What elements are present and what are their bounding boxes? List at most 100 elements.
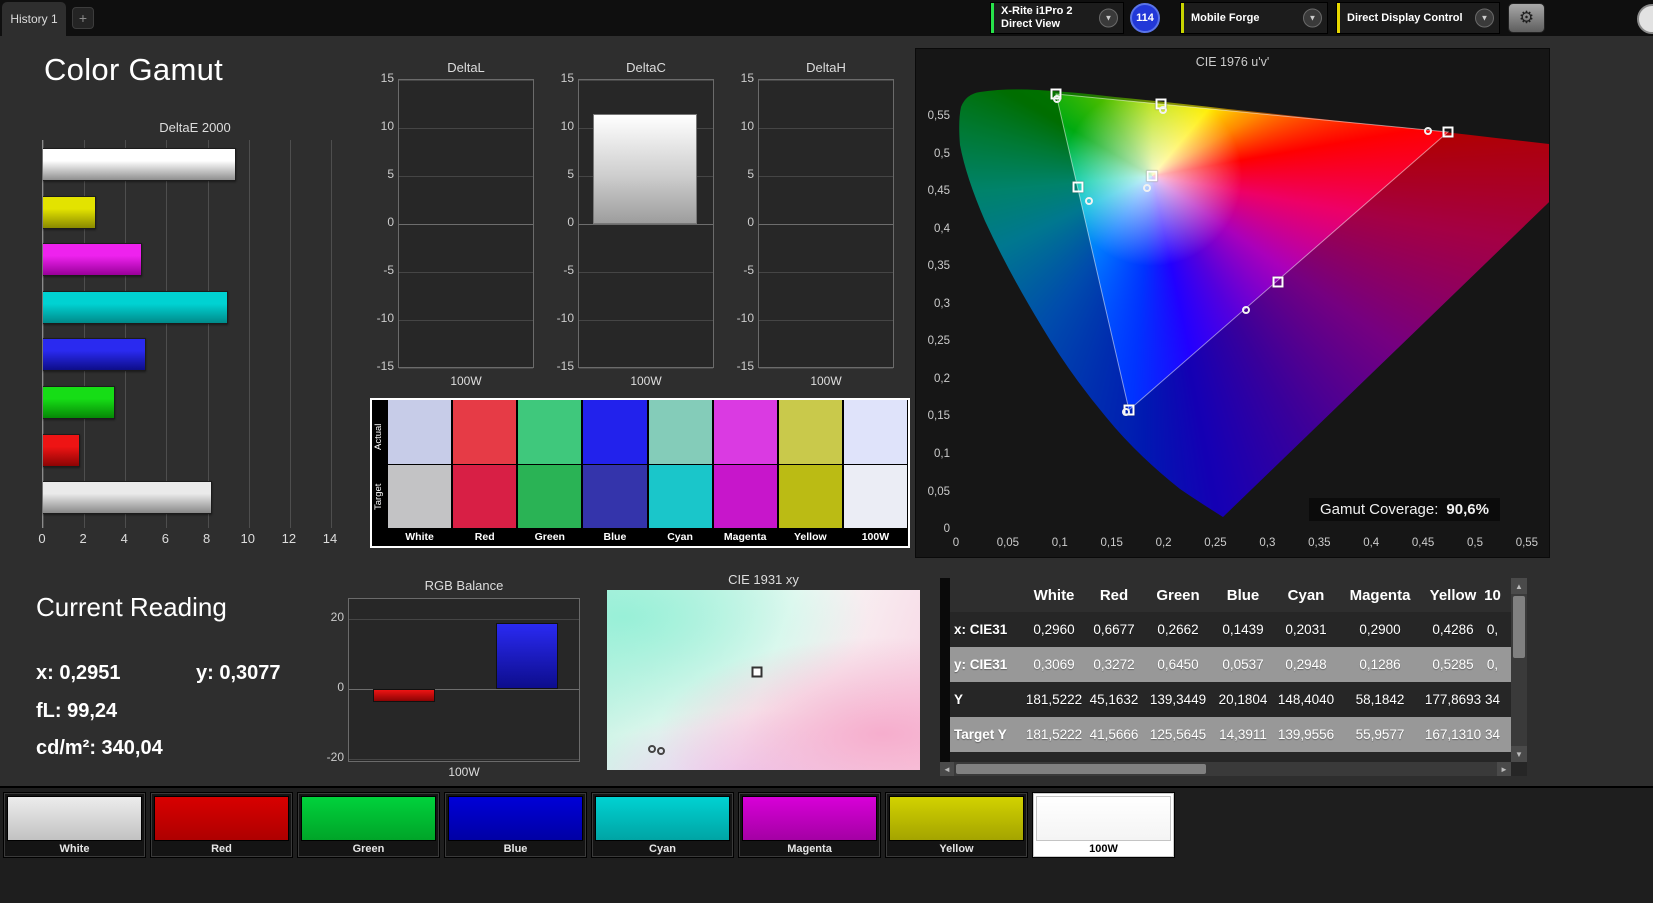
chevron-down-icon[interactable]: ▼	[1475, 8, 1494, 28]
table-corner-cell	[950, 578, 1024, 612]
swatch-column-magenta: Magenta	[713, 400, 777, 546]
axis-tick-label: -20	[326, 750, 344, 764]
settings-button[interactable]: ⚙	[1508, 3, 1545, 33]
scroll-down-arrow[interactable]: ▼	[1511, 746, 1527, 762]
swatch-label: Green	[518, 529, 582, 546]
table-cell: 0,0537	[1222, 657, 1264, 672]
deltac-title: DeltaC	[626, 60, 666, 75]
table-vertical-scrollbar[interactable]: ▲ ▼	[1511, 578, 1527, 762]
source-status-bar	[1181, 3, 1184, 33]
horizontal-scroll-thumb[interactable]	[956, 764, 1206, 774]
gridline	[399, 80, 533, 81]
window-control-button[interactable]	[1637, 4, 1653, 34]
deltah-plot	[758, 79, 894, 369]
table-cell: 0,2662	[1157, 622, 1199, 637]
patch-button-100w[interactable]: 100W	[1032, 792, 1175, 858]
marker-circle	[1424, 127, 1432, 135]
scroll-up-arrow[interactable]: ▲	[1511, 578, 1527, 594]
swatch-target	[778, 464, 842, 528]
gridline	[125, 140, 127, 528]
table-row-label: Y	[954, 692, 964, 707]
axis-tick-label: -15	[556, 359, 574, 373]
patch-button-blue[interactable]: Blue	[444, 792, 587, 858]
patch-button-red[interactable]: Red	[150, 792, 293, 858]
tab-history-1[interactable]: History 1	[2, 2, 66, 36]
app-window: History 1 + X-Rite i1Pro 2 Direct View ▼…	[0, 0, 1653, 903]
table-row[interactable]: Target Y 181,5222 41,5666 125,5645 14,3911 13…	[950, 717, 1527, 752]
swatch-target	[713, 464, 777, 528]
swatch-label: Magenta	[713, 529, 777, 546]
chevron-down-icon[interactable]: ▼	[1099, 8, 1118, 28]
swatch-column-yellow: Yellow	[778, 400, 842, 546]
swatch-column-white: White	[388, 400, 452, 546]
patch-label: Yellow	[939, 843, 974, 855]
patch-button-magenta[interactable]: Magenta	[738, 792, 881, 858]
pattern-source-dropdown[interactable]: Mobile Forge ▼	[1180, 2, 1328, 34]
table-row-label: y: CIE31	[954, 657, 1008, 672]
axis-tick-label: 12	[281, 531, 297, 546]
deltah-x-label: 100W	[810, 374, 842, 388]
gridline	[399, 128, 533, 129]
gridline	[331, 140, 332, 528]
patch-swatch	[889, 796, 1024, 841]
axis-tick-label: -5	[743, 263, 754, 277]
marker-circle	[1159, 106, 1167, 114]
reading-x-value: x: 0,2951	[36, 662, 121, 684]
deltah-chart: DeltaH 15 10 5 0 -5 -10 -15 100W	[737, 60, 894, 392]
patch-button-white[interactable]: White	[3, 792, 146, 858]
cie1976-diagram: 0,55 0,5 0,45 0,4 0,35 0,3 0,25 0,2 0,15 0,1 0,05 0…	[915, 48, 1550, 558]
table-row[interactable]: y: CIE31 0,3069 0,3272 0,6450 0,0537 0,2948 0,…	[950, 647, 1527, 682]
swatch-actual	[388, 400, 452, 464]
table-cell: 177,8693	[1424, 692, 1482, 707]
table-cell: 0,4286	[1432, 622, 1474, 637]
rgb-balance-chart	[348, 598, 580, 762]
meter-status-bar	[991, 3, 994, 33]
chevron-down-icon[interactable]: ▼	[1303, 8, 1322, 28]
table-horizontal-scrollbar[interactable]: ◄ ►	[940, 762, 1511, 776]
vertical-scroll-thumb[interactable]	[1513, 596, 1525, 658]
current-reading-title: Current Reading	[36, 592, 227, 622]
add-tab-button[interactable]: +	[72, 7, 94, 29]
patch-button-yellow[interactable]: Yellow	[885, 792, 1028, 858]
axis-tick-label: 4	[120, 531, 128, 546]
table-row[interactable]: x: CIE31 0,2960 0,6677 0,2662 0,1439 0,2031 0,…	[950, 612, 1527, 647]
swatch-actual	[648, 400, 712, 464]
table-cell: 139,9556	[1277, 727, 1335, 742]
display-control-dropdown[interactable]: Direct Display Control ▼	[1336, 2, 1500, 34]
axis-tick-label: 10	[560, 119, 574, 133]
scroll-left-arrow[interactable]: ◄	[940, 762, 954, 776]
table-cell: 0,	[1486, 657, 1499, 672]
swatch-target	[453, 464, 517, 528]
swatch-label: Cyan	[648, 529, 712, 546]
table-header-cell: Yellow	[1429, 586, 1477, 604]
gridline	[399, 320, 533, 321]
gridline	[349, 619, 579, 620]
axis-tick-label: -15	[376, 359, 394, 373]
deltae-bar-magenta	[43, 243, 142, 277]
gear-icon: ⚙	[1518, 8, 1535, 27]
meter-dropdown[interactable]: X-Rite i1Pro 2 Direct View ▼	[990, 2, 1124, 34]
marker-circle	[1242, 306, 1250, 314]
cie1976-markers	[916, 49, 1549, 557]
swatch-column-cyan: Cyan	[648, 400, 712, 546]
gamut-coverage-value: 90,6%	[1446, 501, 1489, 518]
scroll-right-arrow[interactable]: ►	[1497, 762, 1511, 776]
swatch-actual	[713, 400, 777, 464]
table-row[interactable]: Y 181,5222 45,1632 139,3449 20,1804 148,4040 5…	[950, 682, 1527, 717]
swatch-label: Red	[453, 529, 517, 546]
table-header-cell: Red	[1099, 586, 1129, 604]
rgb-bar-blue	[496, 623, 558, 689]
swatch-label: White	[388, 529, 452, 546]
reading-y-value: y: 0,3077	[196, 662, 281, 684]
patch-button-cyan[interactable]: Cyan	[591, 792, 734, 858]
actual-target-swatches: Actual Target White Red Green Blue Cyan Magen…	[370, 398, 910, 548]
patch-button-green[interactable]: Green	[297, 792, 440, 858]
tab-label: History 1	[10, 12, 58, 26]
deltal-x-label: 100W	[450, 374, 482, 388]
marker-circle	[1053, 95, 1061, 103]
meter-count-badge[interactable]: 114	[1130, 3, 1160, 33]
table-cell: 58,1842	[1355, 692, 1405, 707]
marker-circle	[657, 747, 665, 755]
swatch-column-blue: Blue	[583, 400, 647, 546]
swatch-target	[583, 464, 647, 528]
